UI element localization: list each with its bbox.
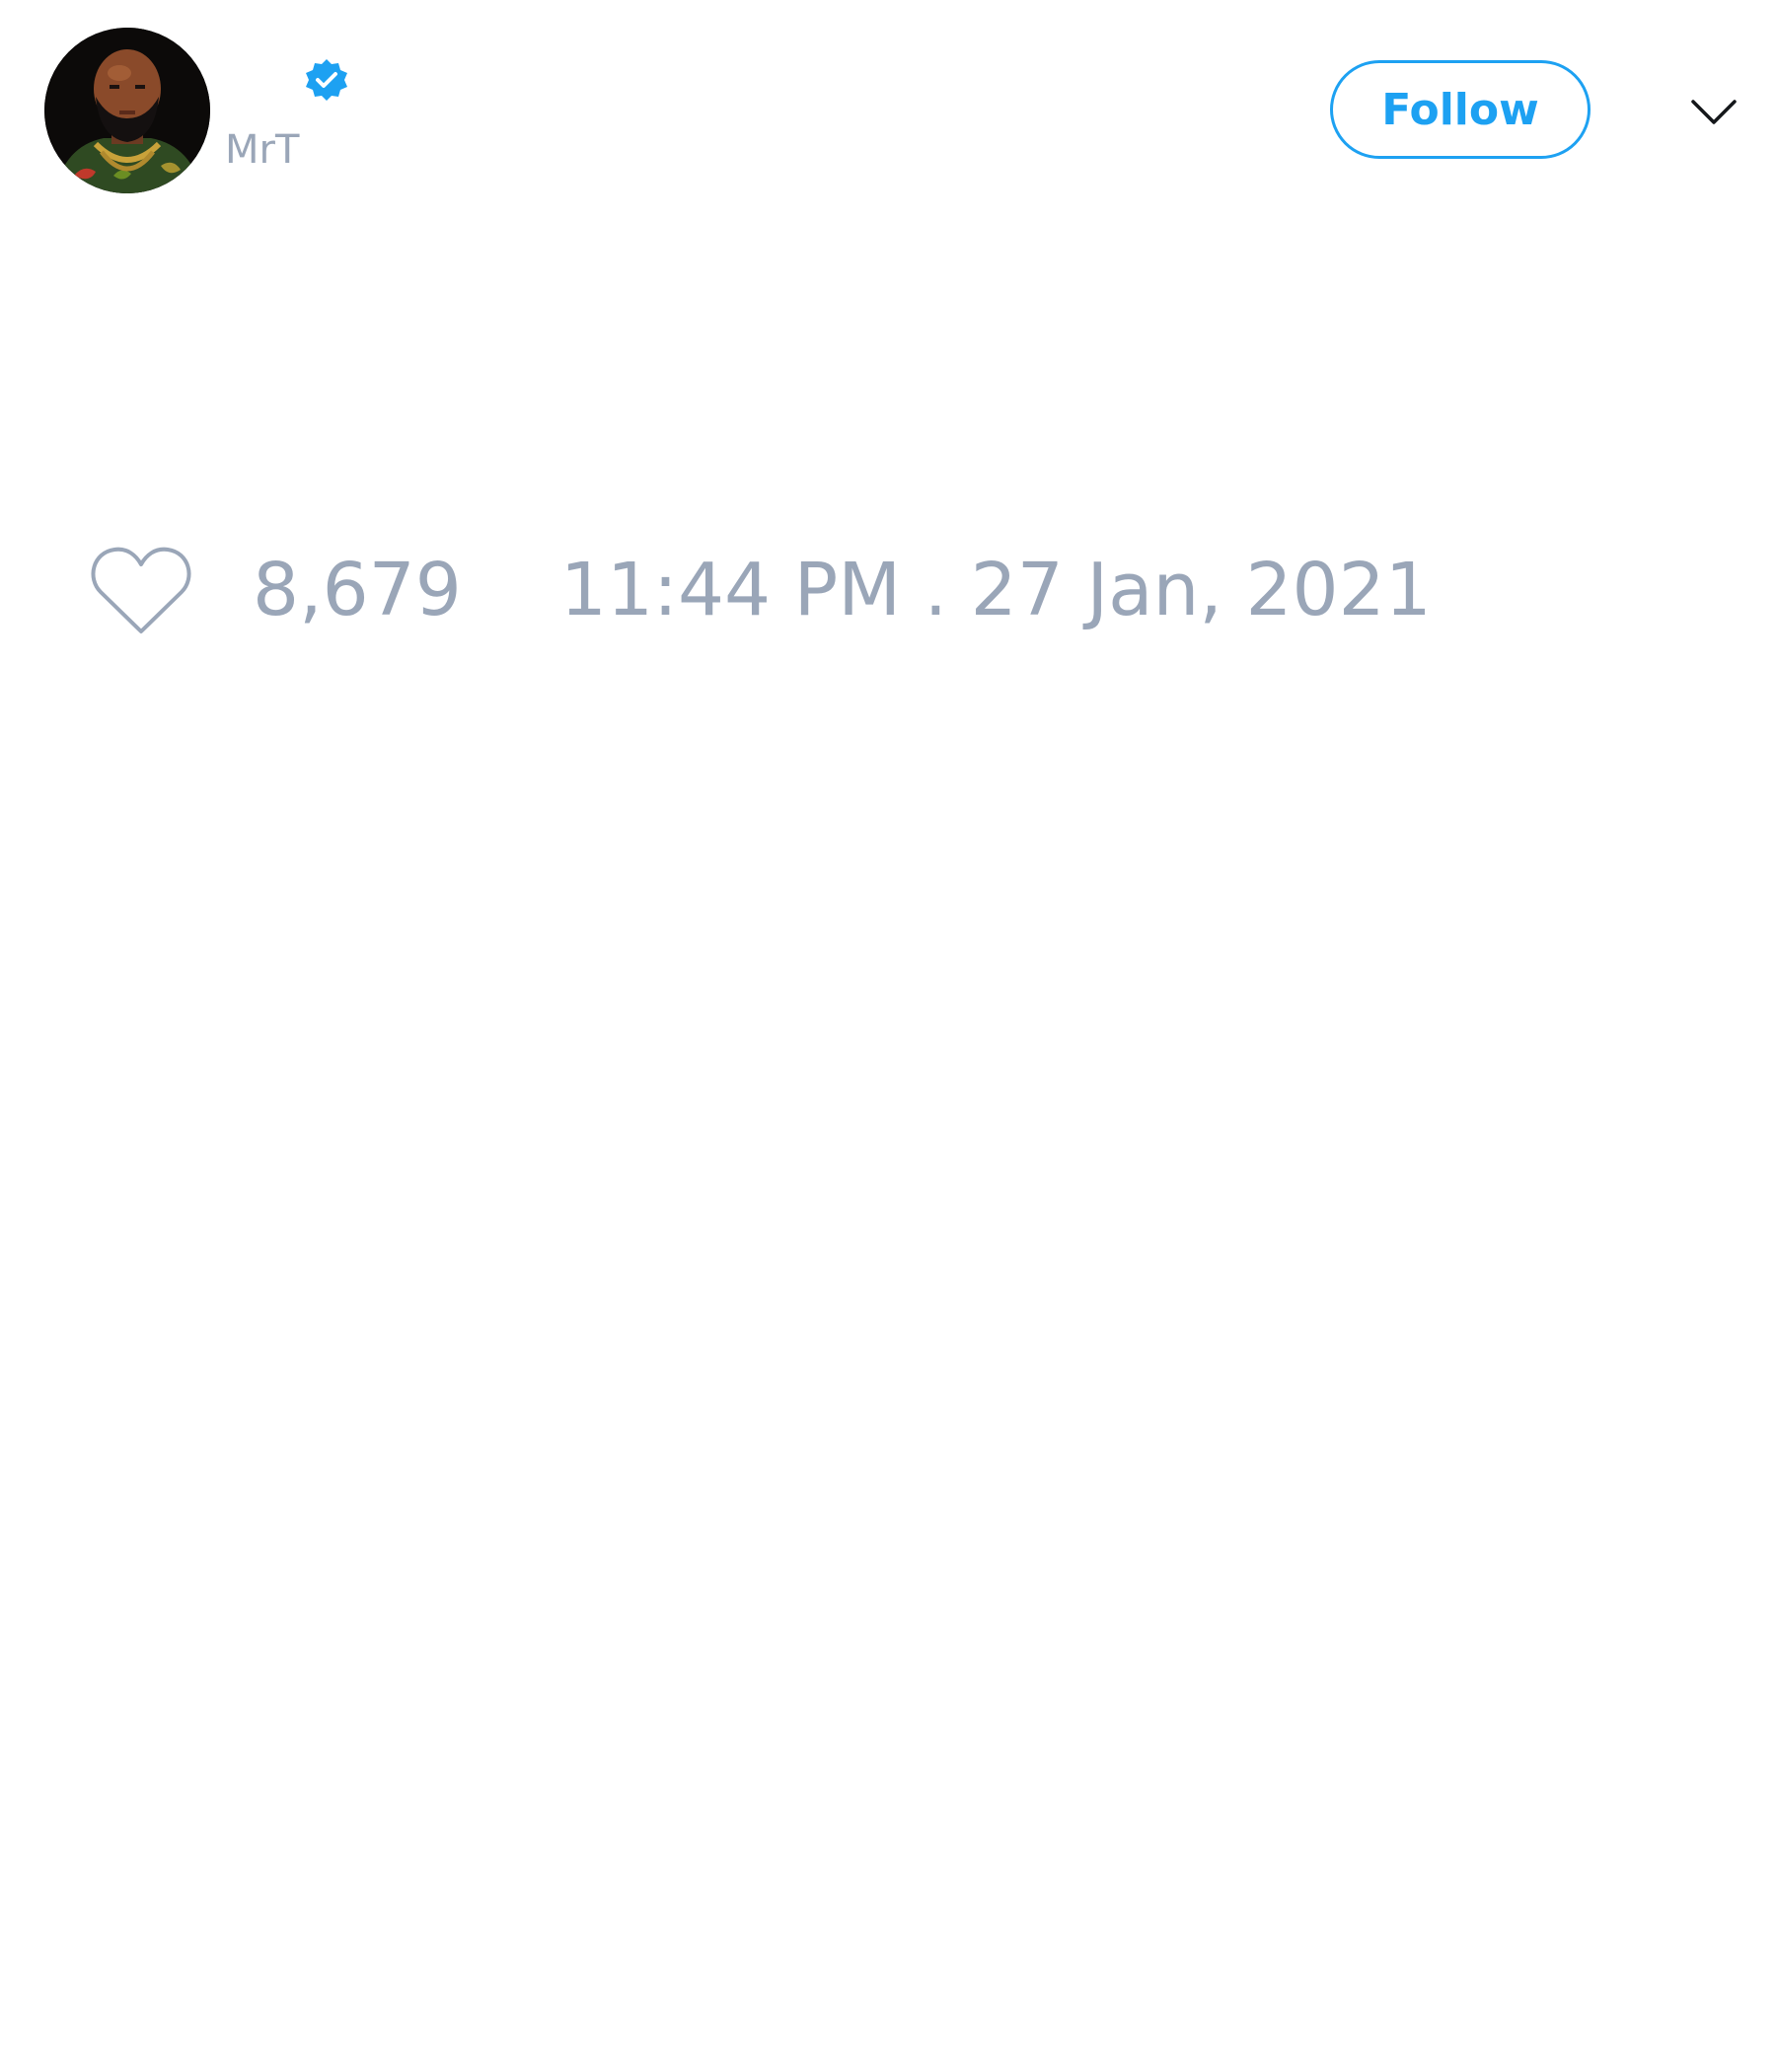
like-count: 8,679 xyxy=(253,548,462,632)
tweet-footer: 8,679 11:44 PM . 27 Jan, 2021 xyxy=(89,541,1432,639)
chevron-down-icon[interactable] xyxy=(1689,87,1739,136)
follow-button[interactable]: Follow xyxy=(1330,60,1591,159)
heart-icon[interactable] xyxy=(89,543,193,637)
verified-badge-icon xyxy=(303,57,350,105)
user-handle[interactable]: MrT xyxy=(225,126,299,174)
avatar[interactable] xyxy=(44,28,210,193)
tweet-card: MrT Follow 8,679 11:44 PM . 27 Jan, 2021 xyxy=(0,0,1776,2072)
tweet-timestamp[interactable]: 11:44 PM . 27 Jan, 2021 xyxy=(560,541,1432,639)
